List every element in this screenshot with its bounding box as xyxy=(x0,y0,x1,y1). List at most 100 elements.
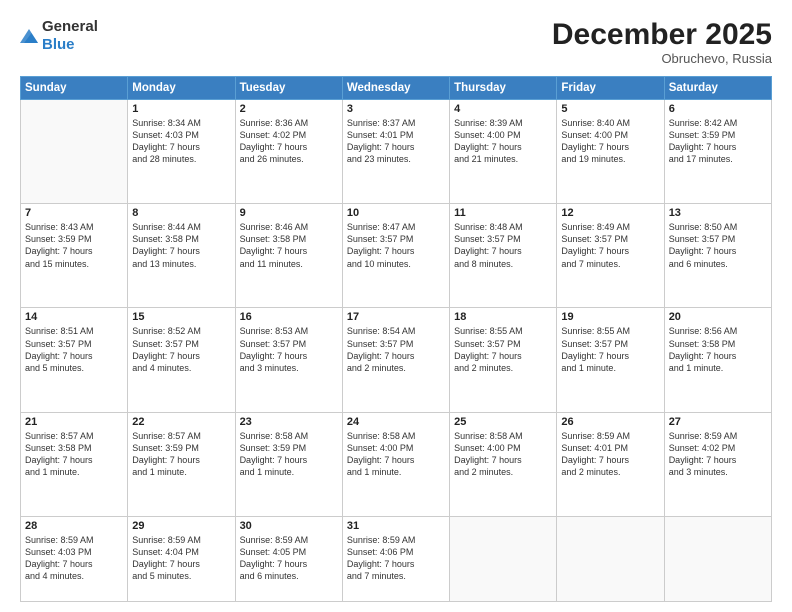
cell-text: Sunrise: 8:52 AMSunset: 3:57 PMDaylight:… xyxy=(132,325,230,374)
day-number: 4 xyxy=(454,103,552,115)
cell-text: Sunrise: 8:47 AMSunset: 3:57 PMDaylight:… xyxy=(347,221,445,270)
day-number: 16 xyxy=(240,311,338,323)
calendar-col-thursday: Thursday xyxy=(450,77,557,100)
day-number: 27 xyxy=(669,416,767,428)
day-number: 29 xyxy=(132,520,230,532)
day-number: 25 xyxy=(454,416,552,428)
calendar-cell: 2Sunrise: 8:36 AMSunset: 4:02 PMDaylight… xyxy=(235,100,342,204)
calendar-cell: 31Sunrise: 8:59 AMSunset: 4:06 PMDayligh… xyxy=(342,516,449,601)
day-number: 10 xyxy=(347,207,445,219)
day-number: 3 xyxy=(347,103,445,115)
calendar-col-monday: Monday xyxy=(128,77,235,100)
calendar-cell: 8 Sunrise: 8:44 AMSunset: 3:58 PMDaylight… xyxy=(128,204,235,308)
day-number: 8 xyxy=(132,207,230,219)
calendar-week-row: 14 Sunrise: 8:51 AMSunset: 3:57 PMDayligh… xyxy=(21,308,772,412)
logo-blue: Blue xyxy=(42,36,75,53)
calendar-week-row: 7 Sunrise: 8:43 AMSunset: 3:59 PMDaylight… xyxy=(21,204,772,308)
calendar-cell: 25 Sunrise: 8:58 AMSunset: 4:00 PMDayligh… xyxy=(450,412,557,516)
day-number: 26 xyxy=(561,416,659,428)
calendar-cell: 9 Sunrise: 8:46 AMSunset: 3:58 PMDaylight… xyxy=(235,204,342,308)
cell-text: Sunrise: 8:40 AMSunset: 4:00 PMDaylight:… xyxy=(561,117,659,166)
calendar-cell: 17 Sunrise: 8:54 AMSunset: 3:57 PMDayligh… xyxy=(342,308,449,412)
cell-text: Sunrise: 8:43 AMSunset: 3:59 PMDaylight:… xyxy=(25,221,123,270)
cell-text: Sunrise: 8:59 AMSunset: 4:02 PMDaylight:… xyxy=(669,430,767,479)
calendar-cell: 6 Sunrise: 8:42 AMSunset: 3:59 PMDaylight… xyxy=(664,100,771,204)
cell-text: Sunrise: 8:58 AMSunset: 4:00 PMDaylight:… xyxy=(454,430,552,479)
calendar-cell: 21Sunrise: 8:57 AMSunset: 3:58 PMDayligh… xyxy=(21,412,128,516)
calendar-cell xyxy=(21,100,128,204)
calendar-header-row: SundayMondayTuesdayWednesdayThursdayFrid… xyxy=(21,77,772,100)
calendar-cell: 27 Sunrise: 8:59 AMSunset: 4:02 PMDayligh… xyxy=(664,412,771,516)
cell-text: Sunrise: 8:49 AMSunset: 3:57 PMDaylight:… xyxy=(561,221,659,270)
cell-text: Sunrise: 8:39 AMSunset: 4:00 PMDaylight:… xyxy=(454,117,552,166)
title-block: December 2025 Obruchevo, Russia xyxy=(552,18,772,66)
cell-text: Sunrise: 8:51 AMSunset: 3:57 PMDaylight:… xyxy=(25,325,123,374)
calendar-cell: 12 Sunrise: 8:49 AMSunset: 3:57 PMDayligh… xyxy=(557,204,664,308)
calendar-col-friday: Friday xyxy=(557,77,664,100)
day-number: 7 xyxy=(25,207,123,219)
calendar-col-saturday: Saturday xyxy=(664,77,771,100)
calendar-cell: 28 Sunrise: 8:59 AMSunset: 4:03 PMDayligh… xyxy=(21,516,128,601)
day-number: 11 xyxy=(454,207,552,219)
day-number: 21 xyxy=(25,416,123,428)
day-number: 22 xyxy=(132,416,230,428)
calendar-week-row: 28 Sunrise: 8:59 AMSunset: 4:03 PMDayligh… xyxy=(21,516,772,601)
cell-text: Sunrise: 8:42 AMSunset: 3:59 PMDaylight:… xyxy=(669,117,767,166)
day-number: 9 xyxy=(240,207,338,219)
day-number: 28 xyxy=(25,520,123,532)
cell-text: Sunrise: 8:37 AMSunset: 4:01 PMDaylight:… xyxy=(347,117,445,166)
calendar-cell: 13Sunrise: 8:50 AMSunset: 3:57 PMDayligh… xyxy=(664,204,771,308)
cell-text: Sunrise: 8:53 AMSunset: 3:57 PMDaylight:… xyxy=(240,325,338,374)
location: Obruchevo, Russia xyxy=(552,51,772,66)
calendar-cell: 20 Sunrise: 8:56 AMSunset: 3:58 PMDayligh… xyxy=(664,308,771,412)
calendar-cell: 30 Sunrise: 8:59 AMSunset: 4:05 PMDayligh… xyxy=(235,516,342,601)
calendar-cell: 26 Sunrise: 8:59 AMSunset: 4:01 PMDayligh… xyxy=(557,412,664,516)
day-number: 20 xyxy=(669,311,767,323)
day-number: 2 xyxy=(240,103,338,115)
cell-text: Sunrise: 8:59 AMSunset: 4:06 PMDaylight:… xyxy=(347,534,445,583)
logo-general: General xyxy=(42,18,98,35)
cell-text: Sunrise: 8:46 AMSunset: 3:58 PMDaylight:… xyxy=(240,221,338,270)
day-number: 12 xyxy=(561,207,659,219)
calendar-cell: 15 Sunrise: 8:52 AMSunset: 3:57 PMDayligh… xyxy=(128,308,235,412)
calendar-col-wednesday: Wednesday xyxy=(342,77,449,100)
cell-text: Sunrise: 8:59 AMSunset: 4:05 PMDaylight:… xyxy=(240,534,338,583)
cell-text: Sunrise: 8:58 AMSunset: 3:59 PMDaylight:… xyxy=(240,430,338,479)
day-number: 24 xyxy=(347,416,445,428)
month-title: December 2025 xyxy=(552,18,772,51)
cell-text: Sunrise: 8:57 AMSunset: 3:59 PMDaylight:… xyxy=(132,430,230,479)
day-number: 6 xyxy=(669,103,767,115)
calendar-cell: 19Sunrise: 8:55 AMSunset: 3:57 PMDayligh… xyxy=(557,308,664,412)
cell-text: Sunrise: 8:48 AMSunset: 3:57 PMDaylight:… xyxy=(454,221,552,270)
calendar-cell: 10 Sunrise: 8:47 AMSunset: 3:57 PMDayligh… xyxy=(342,204,449,308)
day-number: 14 xyxy=(25,311,123,323)
logo: General Blue xyxy=(20,18,98,54)
calendar-cell: 14 Sunrise: 8:51 AMSunset: 3:57 PMDayligh… xyxy=(21,308,128,412)
day-number: 13 xyxy=(669,207,767,219)
cell-text: Sunrise: 8:55 AMSunset: 3:57 PMDaylight:… xyxy=(561,325,659,374)
logo-icon xyxy=(20,29,38,43)
calendar-col-sunday: Sunday xyxy=(21,77,128,100)
calendar-cell: 24 Sunrise: 8:58 AMSunset: 4:00 PMDayligh… xyxy=(342,412,449,516)
page: General Blue December 2025 Obruchevo, Ru… xyxy=(0,0,792,612)
cell-text: Sunrise: 8:54 AMSunset: 3:57 PMDaylight:… xyxy=(347,325,445,374)
cell-text: Sunrise: 8:56 AMSunset: 3:58 PMDaylight:… xyxy=(669,325,767,374)
calendar-week-row: 21Sunrise: 8:57 AMSunset: 3:58 PMDayligh… xyxy=(21,412,772,516)
calendar-cell: 3 Sunrise: 8:37 AMSunset: 4:01 PMDaylight… xyxy=(342,100,449,204)
cell-text: Sunrise: 8:59 AMSunset: 4:04 PMDaylight:… xyxy=(132,534,230,583)
cell-text: Sunrise: 8:59 AMSunset: 4:03 PMDaylight:… xyxy=(25,534,123,583)
calendar-cell: 23 Sunrise: 8:58 AMSunset: 3:59 PMDayligh… xyxy=(235,412,342,516)
calendar-cell xyxy=(664,516,771,601)
cell-text: Sunrise: 8:55 AMSunset: 3:57 PMDaylight:… xyxy=(454,325,552,374)
calendar-cell: 16 Sunrise: 8:53 AMSunset: 3:57 PMDayligh… xyxy=(235,308,342,412)
day-number: 17 xyxy=(347,311,445,323)
day-number: 23 xyxy=(240,416,338,428)
cell-text: Sunrise: 8:58 AMSunset: 4:00 PMDaylight:… xyxy=(347,430,445,479)
cell-text: Sunrise: 8:59 AMSunset: 4:01 PMDaylight:… xyxy=(561,430,659,479)
calendar-cell: 22 Sunrise: 8:57 AMSunset: 3:59 PMDayligh… xyxy=(128,412,235,516)
header: General Blue December 2025 Obruchevo, Ru… xyxy=(20,18,772,66)
day-number: 15 xyxy=(132,311,230,323)
cell-text: Sunrise: 8:44 AMSunset: 3:58 PMDaylight:… xyxy=(132,221,230,270)
day-number: 30 xyxy=(240,520,338,532)
calendar-cell: 5Sunrise: 8:40 AMSunset: 4:00 PMDaylight… xyxy=(557,100,664,204)
